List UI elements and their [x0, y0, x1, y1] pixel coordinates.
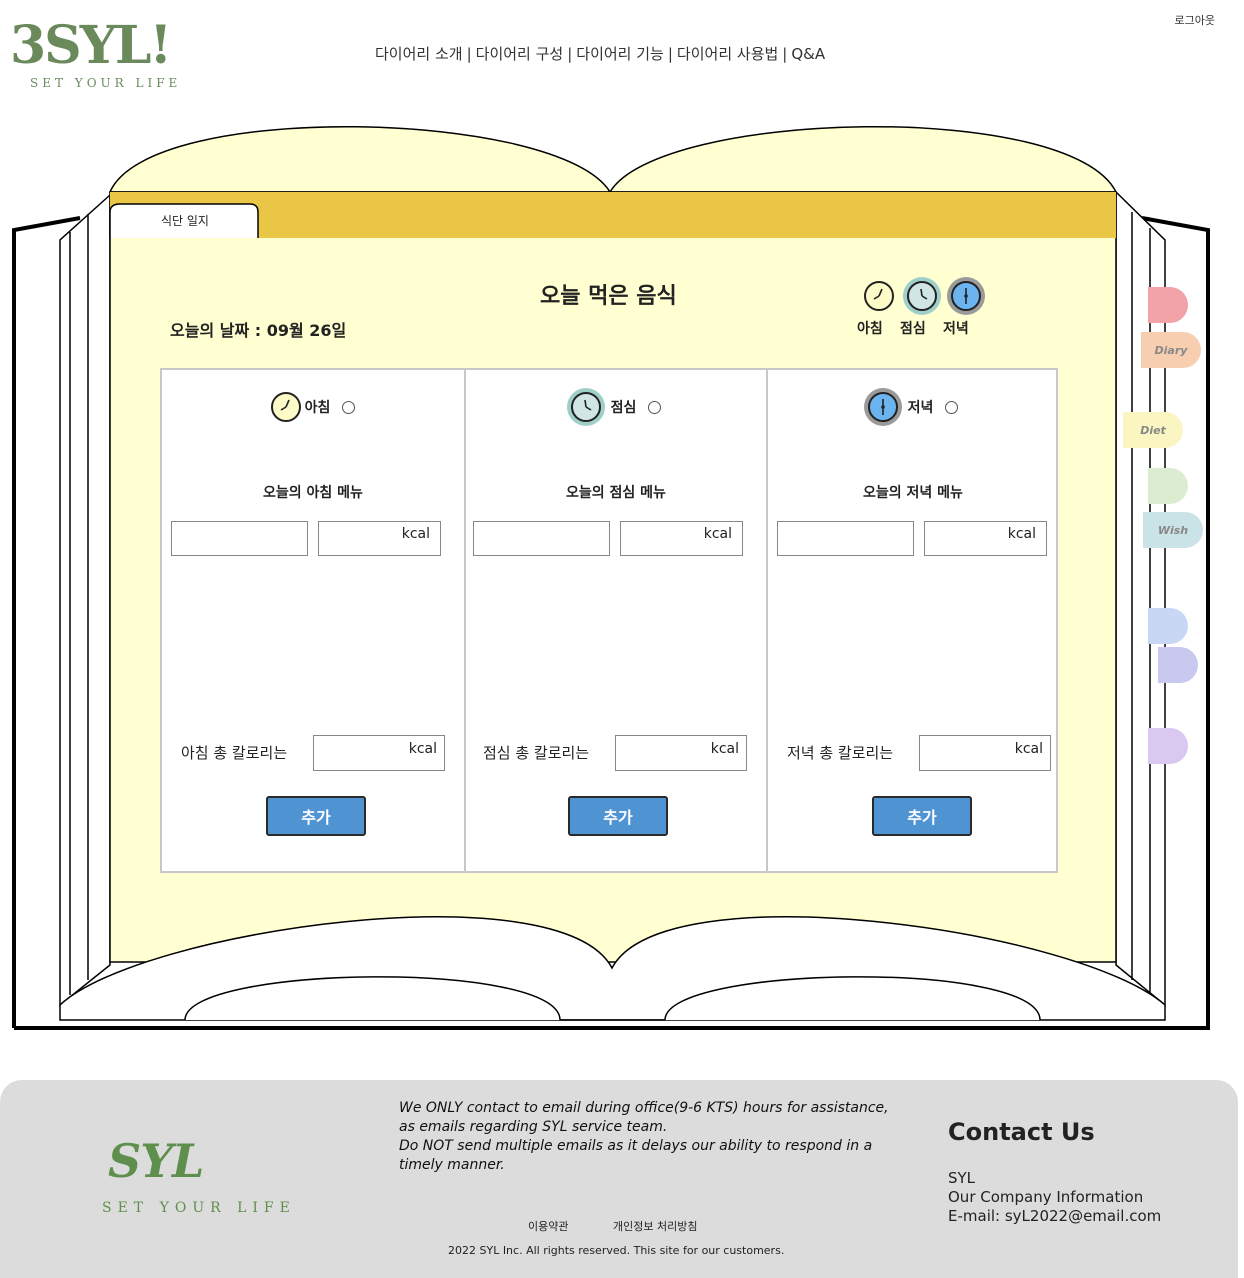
side-tab-4[interactable] [1148, 468, 1188, 504]
contact-info: Our Company Information [948, 1188, 1144, 1206]
lunch-menu-title: 오늘의 점심 메뉴 [566, 485, 666, 501]
breakfast-label: 아침 [304, 400, 331, 416]
lunch-clock-icon [570, 392, 601, 422]
contact-email[interactable]: E-mail: syL2022@email.com [948, 1207, 1161, 1225]
side-tab-wish[interactable]: Wish [1143, 512, 1203, 548]
logo[interactable]: 3SYL! [10, 18, 172, 74]
breakfast-add-button[interactable]: 추가 [266, 796, 366, 836]
lunch-total-label: 점심 총 칼로리는 [483, 744, 590, 762]
lunch-label: 점심 [610, 400, 637, 416]
privacy-link[interactable]: 개인정보 처리방침 [613, 1218, 697, 1234]
nav-item-structure[interactable]: 다이어리 구성 [476, 45, 564, 63]
dinner-clock-icon [867, 392, 898, 422]
dinner-kcal-input[interactable]: kcal [924, 521, 1047, 556]
nav-item-howto[interactable]: 다이어리 사용법 [677, 45, 778, 63]
side-tab-7[interactable] [1158, 647, 1198, 683]
notice-line: We ONLY contact to email during office(9… [399, 1100, 889, 1116]
breakfast-total-input[interactable]: kcal [313, 735, 445, 771]
date-label: 오늘의 날짜 : 09월 26일 [170, 321, 347, 340]
breakfast-header: 아침 [162, 392, 464, 422]
dinner-menu-title: 오늘의 저녁 메뉴 [863, 485, 963, 501]
nav-item-qna[interactable]: Q&A [791, 45, 825, 63]
dinner-column: 저녁 오늘의 저녁 메뉴 kcal 저녁 총 칼로리는 kcal 추가 [766, 370, 1058, 871]
breakfast-column: 아침 오늘의 아침 메뉴 kcal 아침 총 칼로리는 kcal 추가 [162, 370, 464, 871]
side-tab-diet[interactable]: Diet [1123, 412, 1183, 448]
lunch-column: 점심 오늘의 점심 메뉴 kcal 점심 총 칼로리는 kcal 추가 [464, 370, 766, 871]
notice-line: timely manner. [399, 1157, 505, 1173]
nav-separator: | [667, 45, 673, 63]
side-tab-diary[interactable]: Diary [1141, 332, 1201, 368]
contact-title: Contact Us [948, 1118, 1095, 1146]
dinner-label: 저녁 [907, 400, 934, 416]
side-tab-6[interactable] [1148, 608, 1188, 644]
dinner-clock-icon [951, 281, 981, 311]
lunch-total-input[interactable]: kcal [615, 735, 747, 771]
dinner-add-button[interactable]: 추가 [872, 796, 972, 836]
side-tab-8[interactable] [1148, 728, 1188, 764]
copyright: 2022 SYL Inc. All rights reserved. This … [448, 1244, 785, 1257]
nav-item-intro[interactable]: 다이어리 소개 [375, 45, 463, 63]
legend-lunch: 점심 [900, 321, 926, 337]
dinner-header: 저녁 [768, 392, 1058, 422]
dinner-total-label: 저녁 총 칼로리는 [787, 744, 894, 762]
legend-breakfast: 아침 [857, 321, 883, 337]
footer-logo-subtitle: SET YOUR LIFE [102, 1200, 296, 1216]
nav-separator: | [466, 45, 472, 63]
main-nav: 다이어리 소개 | 다이어리 구성 | 다이어리 기능 | 다이어리 사용법 | Q&A [375, 43, 825, 64]
page-title: 오늘 먹은 음식 [540, 284, 677, 309]
nav-item-features[interactable]: 다이어리 기능 [576, 45, 664, 63]
meal-panel: 아침 오늘의 아침 메뉴 kcal 아침 총 칼로리는 kcal 추가 점심 오… [160, 368, 1058, 873]
breakfast-clock-icon [270, 392, 301, 422]
breakfast-menu-title: 오늘의 아침 메뉴 [263, 485, 363, 501]
footer-logo[interactable]: SYL [108, 1134, 204, 1188]
lunch-food-input[interactable] [473, 521, 610, 556]
breakfast-kcal-input[interactable]: kcal [318, 521, 441, 556]
legend-dinner: 저녁 [943, 321, 969, 337]
lunch-kcal-input[interactable]: kcal [620, 521, 743, 556]
footer-notice: We ONLY contact to email during office(9… [399, 1099, 889, 1175]
dinner-food-input[interactable] [777, 521, 914, 556]
lunch-header: 점심 [466, 392, 766, 422]
nav-separator: | [567, 45, 573, 63]
breakfast-food-input[interactable] [171, 521, 308, 556]
tab-diet-log[interactable]: 식단 일지 [112, 204, 258, 236]
lunch-clock-icon [907, 281, 937, 311]
logo-subtitle: SET YOUR LIFE [30, 76, 182, 90]
nav-separator: | [782, 45, 788, 63]
side-tab-1[interactable] [1148, 287, 1188, 323]
lunch-add-button[interactable]: 추가 [568, 796, 668, 836]
breakfast-radio[interactable] [342, 400, 356, 414]
terms-link[interactable]: 이용약관 [528, 1218, 568, 1234]
breakfast-total-label: 아침 총 칼로리는 [181, 744, 288, 762]
dinner-radio[interactable] [945, 400, 959, 414]
breakfast-clock-icon [864, 281, 894, 311]
dinner-total-input[interactable]: kcal [919, 735, 1051, 771]
notice-line: as emails regarding SYL service team. [399, 1119, 668, 1135]
lunch-radio[interactable] [648, 400, 662, 414]
contact-company: SYL [948, 1169, 976, 1187]
logout-link[interactable]: 로그아웃 [1175, 12, 1215, 28]
notice-line: Do NOT send multiple emails as it delays… [399, 1138, 873, 1154]
